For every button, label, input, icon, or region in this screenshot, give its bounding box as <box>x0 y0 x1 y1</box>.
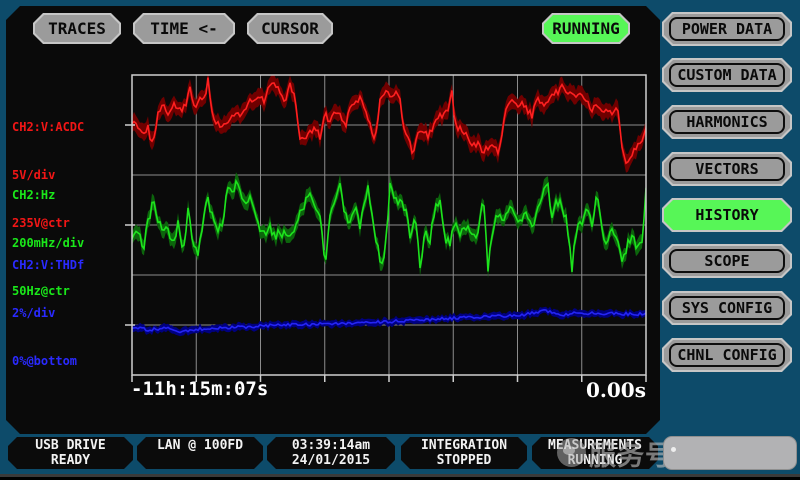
status-clock-time: 03:39:14am <box>267 438 395 453</box>
sidebar-button-custom-data[interactable]: CUSTOM DATA <box>662 58 792 92</box>
custom-data-label: CUSTOM DATA <box>677 66 776 84</box>
sidebar-button-power-data[interactable]: POWER DATA <box>662 12 792 46</box>
x-axis-end-label: 0.00s <box>540 378 646 402</box>
traces-button-label: TRACES <box>48 19 106 38</box>
history-graph-svg <box>124 71 654 385</box>
x-axis-start-label: -11h:15m:07s <box>131 378 268 400</box>
status-usb-line1: USB DRIVE <box>8 438 133 453</box>
sidebar-button-vectors[interactable]: VECTORS <box>662 152 792 186</box>
sidebar-button-history[interactable]: HISTORY <box>662 198 792 232</box>
channel-annotation-thd: CH2:V:THDf 2%/div 0%@bottom <box>12 225 84 401</box>
harmonics-label: HARMONICS <box>686 113 767 131</box>
chat-bubble-icon <box>557 438 586 467</box>
cursor-button[interactable]: CURSOR <box>247 13 333 44</box>
status-clock: 03:39:14am 24/01/2015 <box>267 437 395 469</box>
sidebar-button-harmonics[interactable]: HARMONICS <box>662 105 792 139</box>
status-integration: INTEGRATION STOPPED <box>401 437 527 469</box>
time-button-label: TIME <- <box>150 19 217 38</box>
status-lan: LAN @ 100FD <box>137 437 263 469</box>
status-integration-line1: INTEGRATION <box>401 438 527 453</box>
time-button[interactable]: TIME <- <box>133 13 235 44</box>
running-status-badge: RUNNING <box>542 13 630 44</box>
ch-thd-ref: 0%@bottom <box>12 353 84 369</box>
power-data-label: POWER DATA <box>682 20 772 38</box>
analyzer-screen: TRACES TIME <- CURSOR RUNNING POWER DATA… <box>0 0 800 480</box>
sidebar-button-sys-config[interactable]: SYS CONFIG <box>662 291 792 325</box>
history-label: HISTORY <box>695 206 758 224</box>
ch-thd-name: CH2:V:THDf <box>12 257 84 273</box>
watermark-text: 服务号 <box>589 434 673 473</box>
vectors-label: VECTORS <box>695 160 758 178</box>
sys-config-label: SYS CONFIG <box>682 299 772 317</box>
ch-v-name: CH2:V:ACDC <box>12 119 84 135</box>
status-usb: USB DRIVE READY <box>8 437 133 469</box>
status-integration-line2: STOPPED <box>401 453 527 468</box>
scope-label: SCOPE <box>704 252 749 270</box>
sidebar-button-scope[interactable]: SCOPE <box>662 244 792 278</box>
cursor-button-label: CURSOR <box>261 19 319 38</box>
status-usb-line2: READY <box>8 453 133 468</box>
status-clock-date: 24/01/2015 <box>267 453 395 468</box>
chnl-config-label: CHNL CONFIG <box>677 346 776 364</box>
ch-thd-scale: 2%/div <box>12 305 84 321</box>
traces-button[interactable]: TRACES <box>33 13 121 44</box>
history-graph <box>124 71 654 385</box>
status-lan-line1: LAN @ 100FD <box>137 438 263 453</box>
watermark-box <box>663 436 797 470</box>
sidebar-button-chnl-config[interactable]: CHNL CONFIG <box>662 338 792 372</box>
running-badge-label: RUNNING <box>552 19 619 38</box>
ch-hz-name: CH2:Hz <box>12 187 84 203</box>
